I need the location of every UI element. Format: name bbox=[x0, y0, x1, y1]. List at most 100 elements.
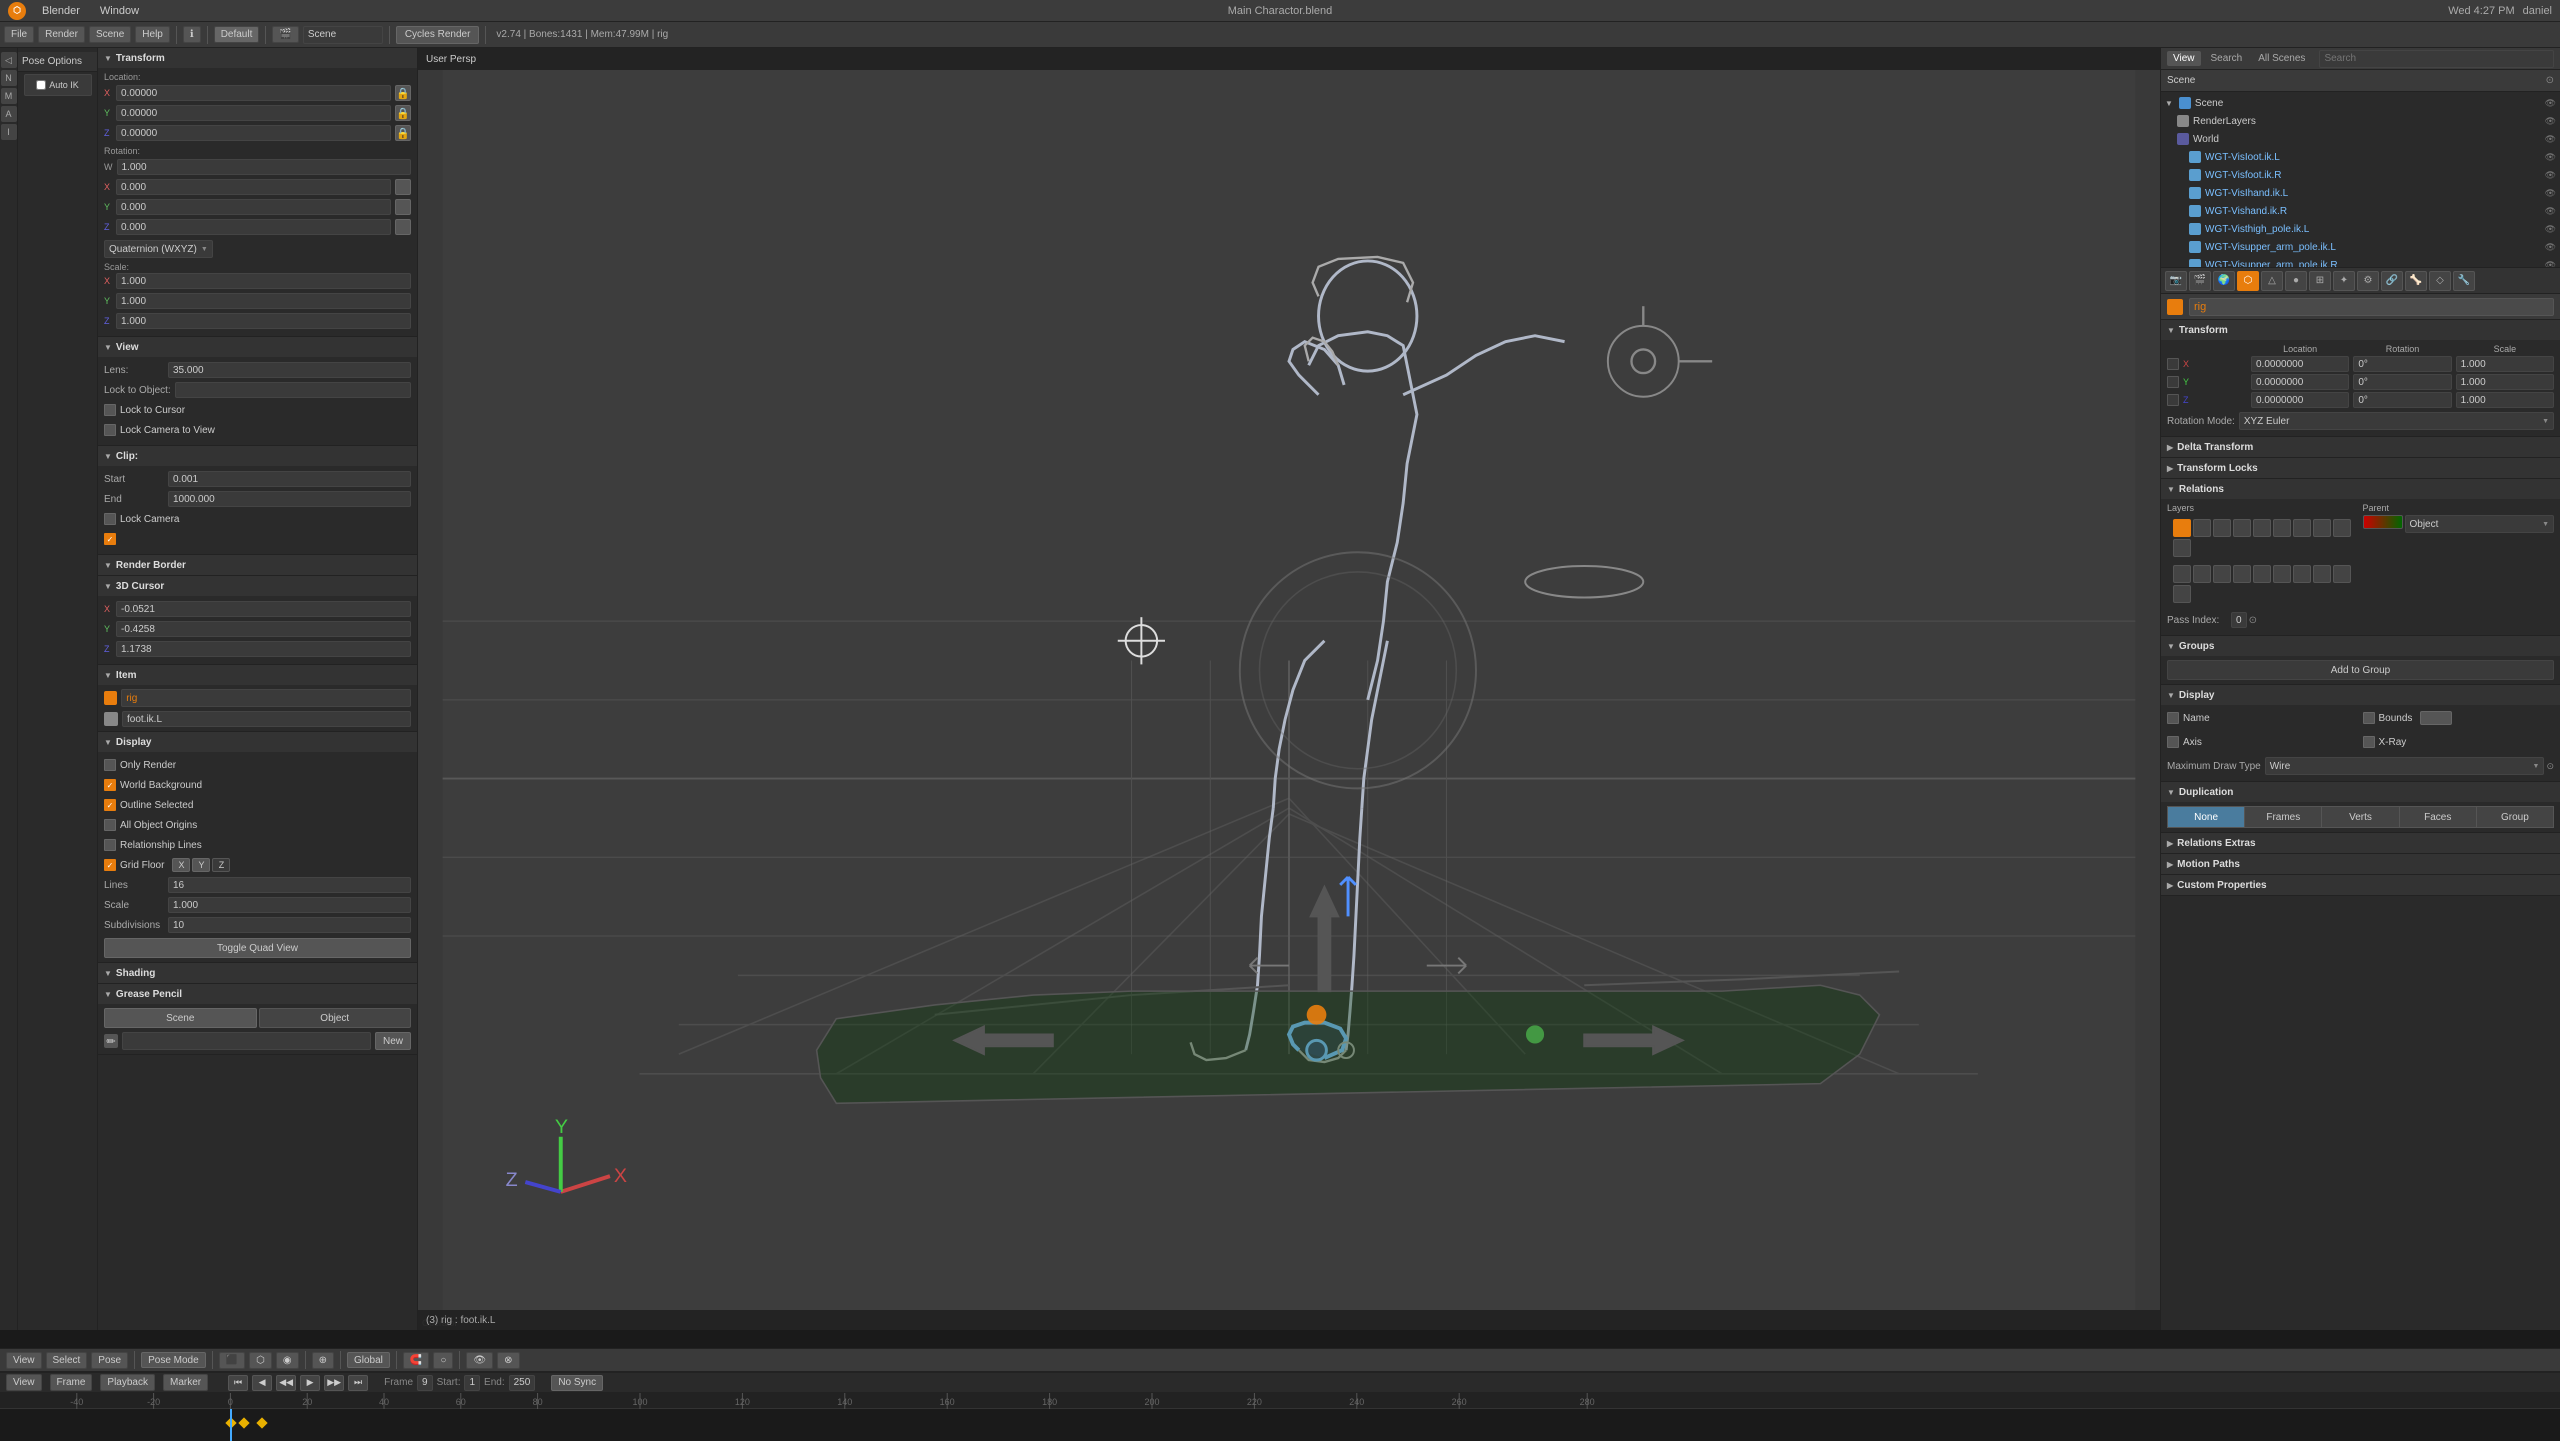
gp-new-btn[interactable]: New bbox=[375, 1032, 411, 1050]
loc-y-lock[interactable]: 🔒 bbox=[395, 105, 411, 121]
y-axis-btn[interactable]: Y bbox=[192, 858, 210, 872]
scene-icon[interactable]: 🎬 bbox=[272, 26, 298, 43]
select-btn[interactable]: Select bbox=[46, 1352, 88, 1369]
layer-9[interactable] bbox=[2333, 519, 2351, 537]
info-icon[interactable]: ℹ bbox=[183, 26, 201, 43]
loc-x-lock[interactable]: 🔒 bbox=[395, 85, 411, 101]
lens-field[interactable]: 35.000 bbox=[168, 362, 411, 378]
layer-4[interactable] bbox=[2233, 519, 2251, 537]
loc-x-field[interactable]: 0.00000 bbox=[116, 85, 391, 101]
axis-check[interactable] bbox=[2167, 736, 2179, 748]
keyframe-2[interactable] bbox=[239, 1417, 250, 1428]
cursor-3d-header[interactable]: 3D Cursor bbox=[98, 576, 417, 596]
outliner-wgt7[interactable]: WGT-Visupper_arm_pole.ik.R 👁 bbox=[2161, 256, 2560, 267]
loc-y-right[interactable]: 0.0000000 bbox=[2251, 374, 2349, 390]
help-menu[interactable]: Help bbox=[135, 26, 170, 43]
snap-btn[interactable]: 🧲 bbox=[403, 1352, 429, 1369]
x-axis-btn[interactable]: X bbox=[172, 858, 190, 872]
far-left-icon-5[interactable]: I bbox=[1, 124, 17, 140]
timeline-track-area[interactable]: -40 -20 0 20 40 60 80 100 120 140 bbox=[0, 1393, 2560, 1441]
shading-section-header[interactable]: Shading bbox=[98, 963, 417, 983]
layer-1[interactable] bbox=[2173, 519, 2191, 537]
y-lock[interactable] bbox=[2167, 376, 2179, 388]
relations-extras-header[interactable]: Relations Extras bbox=[2161, 833, 2560, 853]
rel-lines-check[interactable] bbox=[104, 839, 116, 851]
renderlayers-eye[interactable]: 👁 bbox=[2545, 116, 2556, 127]
transform-locks-header[interactable]: Transform Locks bbox=[2161, 458, 2560, 478]
outliner-search[interactable] bbox=[2319, 50, 2554, 68]
delta-transform-header[interactable]: Delta Transform bbox=[2161, 437, 2560, 457]
keyframes-track[interactable] bbox=[0, 1409, 2560, 1441]
tl-marker-btn[interactable]: Marker bbox=[163, 1374, 208, 1391]
layer-13[interactable] bbox=[2213, 565, 2231, 583]
clip-end-field[interactable]: 1000.000 bbox=[168, 491, 411, 507]
outliner-wgt5[interactable]: WGT-Visthigh_pole.ik.L 👁 bbox=[2161, 220, 2560, 238]
all-origins-check[interactable] bbox=[104, 819, 116, 831]
only-render-check[interactable] bbox=[104, 759, 116, 771]
layer-5[interactable] bbox=[2253, 519, 2271, 537]
rot-y-field[interactable]: 0.000 bbox=[116, 199, 391, 215]
dup-verts-btn[interactable]: Verts bbox=[2321, 806, 2398, 828]
far-left-icon-1[interactable]: ◁ bbox=[1, 52, 17, 68]
layer-2[interactable] bbox=[2193, 519, 2211, 537]
play-next[interactable]: ▶▶ bbox=[324, 1375, 344, 1391]
grid-floor-check[interactable]: ✓ bbox=[104, 859, 116, 871]
rot-z-right[interactable]: 0° bbox=[2353, 392, 2451, 408]
outliner-wgt1[interactable]: WGT-VisIoot.ik.L 👁 bbox=[2161, 148, 2560, 166]
wgt1-eye[interactable]: 👁 bbox=[2545, 152, 2556, 163]
clip-start-field[interactable]: 0.001 bbox=[168, 471, 411, 487]
prop-icon-particles[interactable]: ✦ bbox=[2333, 271, 2355, 291]
dup-faces-btn[interactable]: Faces bbox=[2399, 806, 2476, 828]
draw-type-icon[interactable]: ⊙ bbox=[2546, 761, 2554, 772]
play-begin[interactable]: ⏮ bbox=[228, 1375, 248, 1391]
outliner-scene-item[interactable]: ▼ Scene 👁 bbox=[2161, 94, 2560, 112]
far-left-icon-4[interactable]: A bbox=[1, 106, 17, 122]
prop-icon-scene[interactable]: 🎬 bbox=[2189, 271, 2211, 291]
duplication-header[interactable]: Duplication bbox=[2161, 782, 2560, 802]
loc-y-field[interactable]: 0.00000 bbox=[116, 105, 391, 121]
wgt4-eye[interactable]: 👁 bbox=[2545, 206, 2556, 217]
toggle-quad-btn[interactable]: Toggle Quad View bbox=[104, 938, 411, 958]
layer-8[interactable] bbox=[2313, 519, 2331, 537]
layer-10[interactable] bbox=[2173, 539, 2191, 557]
subdiv-field[interactable]: 10 bbox=[168, 917, 411, 933]
outliner-tab-view[interactable]: View bbox=[2167, 51, 2201, 66]
outliner-wgt4[interactable]: WGT-Vishand.ik.R 👁 bbox=[2161, 202, 2560, 220]
play-fwd[interactable]: ▶ bbox=[300, 1375, 320, 1391]
scene-eye[interactable]: 👁 bbox=[2545, 98, 2556, 109]
cursor-z-field[interactable]: 1.1738 bbox=[116, 641, 411, 657]
grid-scale-field[interactable]: 1.000 bbox=[168, 897, 411, 913]
play-end[interactable]: ⏭ bbox=[348, 1375, 368, 1391]
far-left-icon-2[interactable]: N bbox=[1, 70, 17, 86]
rot-y-lock[interactable] bbox=[395, 199, 411, 215]
gp-scene-btn[interactable]: Scene bbox=[104, 1008, 257, 1028]
file-menu[interactable]: File bbox=[4, 26, 34, 43]
gp-name-field[interactable] bbox=[122, 1032, 371, 1050]
draw-type-select[interactable]: Wire ▼ bbox=[2265, 757, 2545, 775]
pass-index-arrows[interactable]: ⊙ bbox=[2249, 615, 2257, 626]
world-eye[interactable]: 👁 bbox=[2545, 134, 2556, 145]
rot-z-lock[interactable] bbox=[395, 219, 411, 235]
rot-mode-select[interactable]: Quaternion (WXYZ) bbox=[104, 240, 213, 258]
cursor-x-field[interactable]: -0.0521 bbox=[116, 601, 411, 617]
layer-16[interactable] bbox=[2273, 565, 2291, 583]
lock-camera-check[interactable] bbox=[104, 424, 116, 436]
onion-btn[interactable]: ⊗ bbox=[497, 1352, 519, 1369]
prop-icon-render[interactable]: 📷 bbox=[2165, 271, 2187, 291]
display-section-header[interactable]: Display bbox=[98, 732, 417, 752]
pass-index-field[interactable]: 0 bbox=[2231, 612, 2247, 628]
view-btn[interactable]: View bbox=[6, 1352, 42, 1369]
outliner-tab-search[interactable]: Search bbox=[2205, 51, 2249, 66]
wgt2-eye[interactable]: 👁 bbox=[2545, 170, 2556, 181]
prop-icon-modifiers[interactable]: 🔧 bbox=[2453, 271, 2475, 291]
sync-btn[interactable]: No Sync bbox=[551, 1375, 603, 1391]
outliner-filter-icon[interactable]: ⊙ bbox=[2546, 75, 2554, 86]
menu-blender[interactable]: Blender bbox=[38, 3, 84, 19]
groups-header[interactable]: Groups bbox=[2161, 636, 2560, 656]
lines-field[interactable]: 16 bbox=[168, 877, 411, 893]
layer-18[interactable] bbox=[2313, 565, 2331, 583]
motion-paths-header[interactable]: Motion Paths bbox=[2161, 854, 2560, 874]
prop-icon-texture[interactable]: ⊞ bbox=[2309, 271, 2331, 291]
play-rev[interactable]: ◀◀ bbox=[276, 1375, 296, 1391]
outline-sel-check[interactable]: ✓ bbox=[104, 799, 116, 811]
